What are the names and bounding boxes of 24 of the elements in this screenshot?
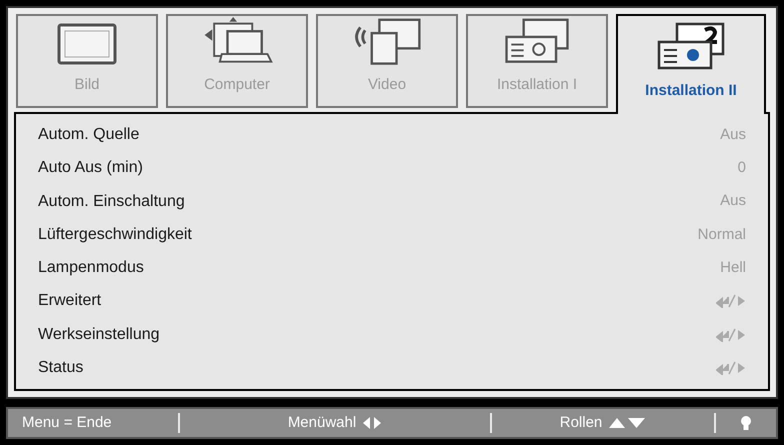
setting-value: Aus xyxy=(720,124,746,145)
exit-hint: Menu = Ende xyxy=(21,412,113,433)
setting-value: Aus xyxy=(720,191,746,212)
menu-tab[interactable]: Installation II xyxy=(616,14,766,114)
setting-value: Normal xyxy=(698,224,746,245)
setting-label[interactable]: Werkseinstellung xyxy=(38,322,160,347)
setting-label[interactable]: Lüftergeschwindigkeit xyxy=(38,222,192,247)
monitor-icon xyxy=(56,22,118,66)
setting-value: 0 xyxy=(738,158,746,178)
scroll-hint: Rollen xyxy=(560,412,602,433)
enter-or-right-icon xyxy=(716,360,746,375)
setting-value: Hell xyxy=(720,258,746,278)
setting-label[interactable]: Auto Aus (min) xyxy=(38,156,143,180)
enter-or-right-icon xyxy=(716,328,746,342)
setting-label[interactable]: Autom. Einschaltung xyxy=(38,190,185,214)
left-right-arrows-icon xyxy=(362,416,382,430)
setting-label[interactable]: Autom. Quelle xyxy=(38,123,140,147)
enter-or-right-icon xyxy=(716,294,746,308)
up-down-arrows-icon xyxy=(608,417,646,429)
lightbulb-icon xyxy=(740,415,752,431)
setting-label[interactable]: Status xyxy=(38,356,84,380)
setting-label[interactable]: Erweitert xyxy=(38,289,102,314)
select-hint: Menüwahl xyxy=(288,412,356,433)
setting-label[interactable]: Lampenmodus xyxy=(38,256,144,280)
